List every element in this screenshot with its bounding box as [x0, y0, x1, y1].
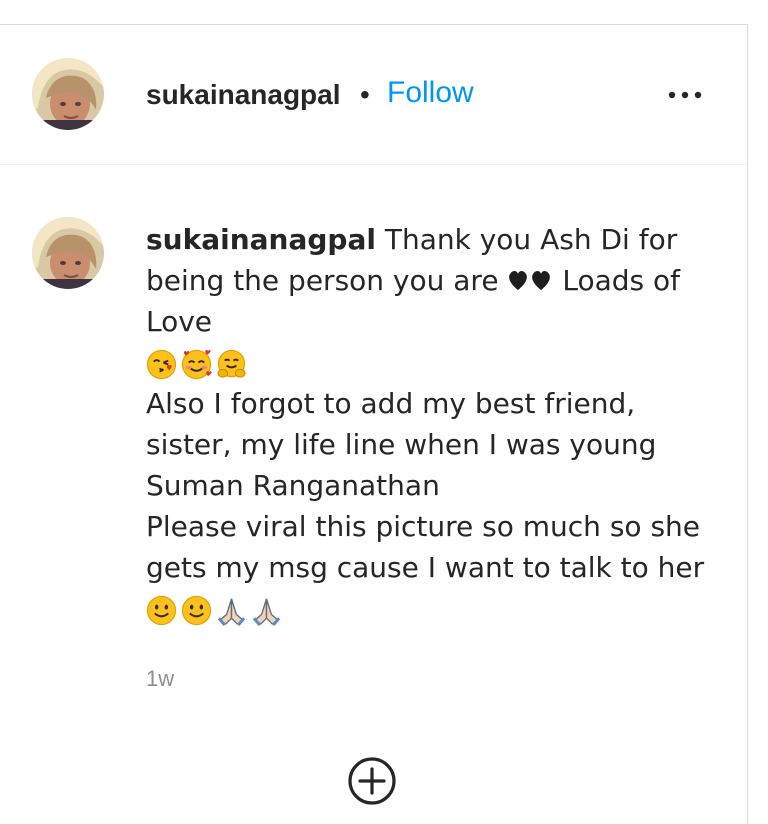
separator-dot: •	[360, 79, 370, 110]
caption-line: gets my msg cause I want to talk to her	[146, 551, 705, 584]
black-hearts-icon	[509, 271, 551, 290]
add-circle-icon[interactable]	[346, 755, 398, 807]
comment-timestamp[interactable]: 1w	[146, 665, 174, 693]
folded-hands-emoji	[216, 595, 247, 626]
profile-photo-icon	[32, 58, 104, 130]
more-options-icon[interactable]	[664, 83, 706, 107]
caption-line: sukainanagpal Thank you Ash Di for	[146, 219, 726, 260]
caption-line-2b: Loads of	[562, 264, 681, 297]
caption-line: sister, my life line when I was young	[146, 428, 657, 461]
caption-line: Also I forgot to add my best friend,	[146, 387, 636, 420]
post-header: sukainanagpal • Follow	[0, 25, 747, 165]
avatar[interactable]	[32, 58, 104, 130]
caption-line-1: Thank you Ash Di for	[384, 223, 678, 256]
caption-line: Love	[146, 305, 213, 338]
comment-avatar[interactable]	[32, 217, 104, 289]
kissing-face-emoji	[146, 349, 177, 380]
caption-line-2a: being the person you are	[146, 264, 499, 297]
post-author-username[interactable]: sukainanagpal	[146, 78, 341, 112]
emoji-row	[146, 342, 726, 383]
smiling-face-with-hearts-emoji	[181, 349, 212, 380]
hugging-face-emoji	[216, 349, 247, 380]
folded-hands-emoji	[251, 595, 282, 626]
caption-text: sukainanagpal Thank you Ash Di for being…	[146, 219, 726, 629]
caption-line: Please viral this picture so much so she	[146, 510, 701, 543]
smiling-face-emoji	[181, 595, 212, 626]
smiling-face-emoji	[146, 595, 177, 626]
emoji-row	[146, 588, 726, 629]
post-card: sukainanagpal • Follow sukainanagpal Tha…	[0, 24, 748, 824]
caption-line: being the person you are Loads of	[146, 260, 726, 301]
caption-line: Suman Ranganathan	[146, 469, 440, 502]
profile-photo-icon	[32, 217, 104, 289]
comment-author-username[interactable]: sukainanagpal	[146, 223, 376, 256]
follow-button[interactable]: Follow	[387, 75, 474, 111]
